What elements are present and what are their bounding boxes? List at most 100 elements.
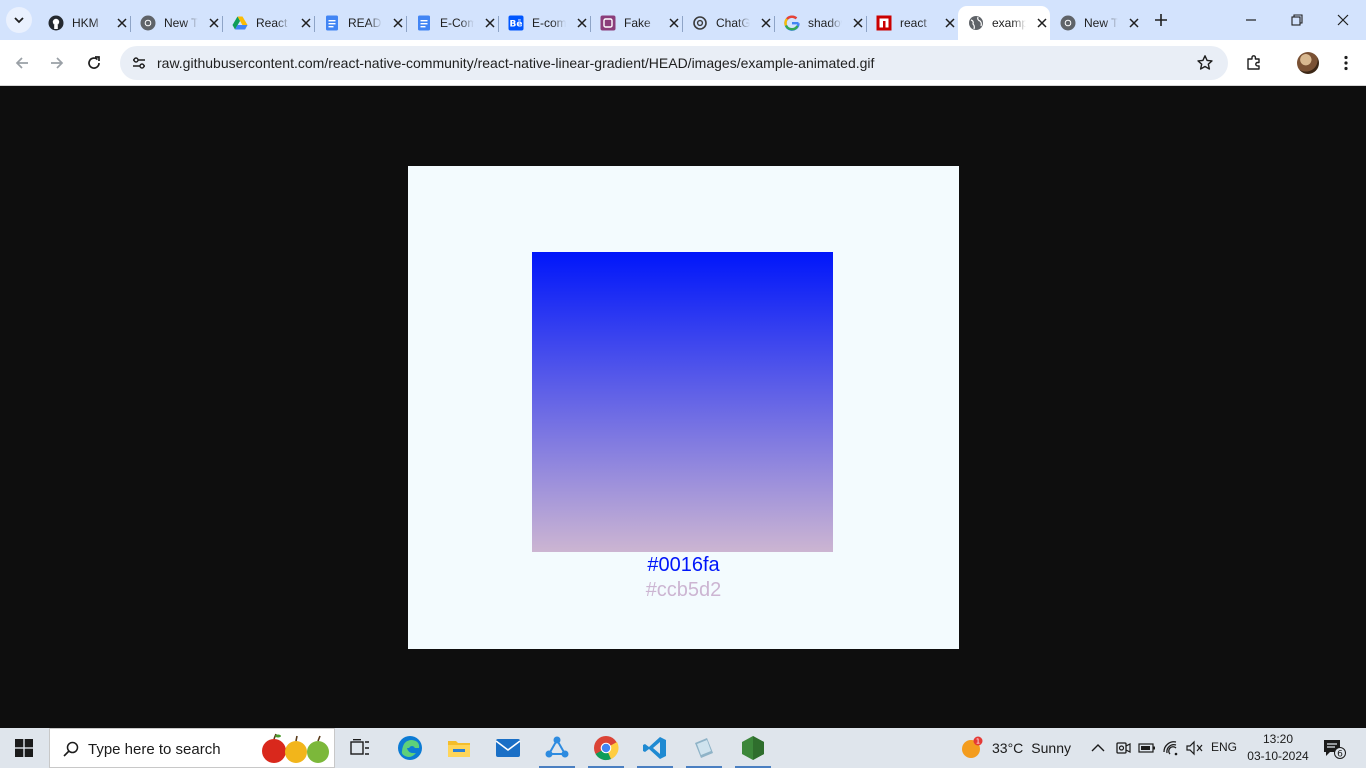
gradient-end-color-label: #ccb5d2: [645, 579, 722, 601]
more-vert-icon: [1344, 55, 1348, 71]
chevron-up-icon: [1091, 744, 1105, 752]
forward-button[interactable]: [43, 49, 71, 77]
task-view-button[interactable]: [336, 728, 384, 768]
tab-list: HKM New Tab React README: [38, 6, 1142, 40]
fruit-illustration-icon: [262, 733, 329, 763]
windows-taskbar: Type here to search 1 33°C Sunny ENG 13:…: [0, 728, 1366, 768]
tab-search-button[interactable]: [6, 7, 32, 33]
tab[interactable]: Fake: [590, 6, 682, 40]
globe-icon: [968, 15, 984, 31]
back-button[interactable]: [8, 49, 36, 77]
url-text[interactable]: raw.githubusercontent.com/react-native-c…: [157, 55, 874, 71]
close-icon[interactable]: [850, 15, 866, 31]
tray-volume[interactable]: [1185, 739, 1203, 757]
close-icon[interactable]: [114, 15, 130, 31]
google-docs-icon: [416, 15, 432, 31]
tune-icon: [133, 57, 145, 69]
clock[interactable]: 13:20 03-10-2024: [1246, 731, 1310, 765]
show-hidden-icons-button[interactable]: [1089, 739, 1107, 757]
taskbar-app-nodejs[interactable]: [729, 728, 777, 768]
weather-condition: Sunny: [1031, 740, 1071, 756]
close-icon[interactable]: [1034, 15, 1050, 31]
page-viewport: #0016fa #ccb5d2: [0, 87, 1366, 728]
taskbar-app-edge[interactable]: [386, 728, 434, 768]
tab[interactable]: HKM: [38, 6, 130, 40]
restore-button[interactable]: [1274, 0, 1320, 40]
taskbar-app-database[interactable]: [680, 728, 728, 768]
chrome-menu-button[interactable]: [1332, 49, 1360, 77]
tab-title: shadow: [808, 16, 842, 30]
weather-widget[interactable]: 1 33°C Sunny: [960, 728, 1071, 768]
reload-button[interactable]: [80, 49, 108, 77]
linear-gradient-square: [532, 252, 833, 552]
notification-count: 6: [1337, 750, 1343, 760]
close-window-button[interactable]: [1320, 0, 1366, 40]
taskbar-app-chrome[interactable]: [582, 728, 630, 768]
github-icon: [48, 15, 64, 31]
volume-muted-icon: [1186, 740, 1203, 756]
tab-title: New Tab: [1084, 16, 1118, 30]
close-icon[interactable]: [574, 15, 590, 31]
star-icon: [1197, 55, 1213, 70]
tab[interactable]: E-Commerce: [406, 6, 498, 40]
google-icon: [784, 15, 800, 31]
arrow-left-icon: [15, 57, 28, 69]
close-icon[interactable]: [942, 15, 958, 31]
weather-temperature: 33°C: [992, 740, 1024, 756]
chrome-icon: [594, 736, 619, 761]
tab[interactable]: ChatGPT: [682, 6, 774, 40]
taskbar-app-file-explorer[interactable]: [435, 728, 483, 768]
tab-active[interactable]: example-animated.gif: [958, 6, 1050, 40]
database-app-icon: [695, 738, 713, 758]
battery-icon: [1138, 743, 1155, 753]
profile-avatar[interactable]: [1297, 52, 1319, 74]
input-language[interactable]: ENG: [1211, 740, 1237, 754]
close-icon[interactable]: [1126, 15, 1142, 31]
new-tab-button[interactable]: [1150, 9, 1172, 31]
reload-icon: [88, 56, 100, 69]
npm-icon: [876, 15, 892, 31]
tab[interactable]: shadow: [774, 6, 866, 40]
close-icon[interactable]: [390, 15, 406, 31]
taskbar-app-network[interactable]: [533, 728, 581, 768]
taskbar-app-vscode[interactable]: [631, 728, 679, 768]
tray-meet-now[interactable]: [1114, 739, 1132, 757]
tab[interactable]: README: [314, 6, 406, 40]
bookmark-button[interactable]: [1194, 52, 1216, 74]
google-drive-icon: [232, 15, 248, 31]
taskbar-search-box[interactable]: Type here to search: [49, 728, 335, 768]
close-icon[interactable]: [206, 15, 222, 31]
close-icon[interactable]: [298, 15, 314, 31]
extensions-button[interactable]: [1240, 49, 1268, 77]
sun-icon: 1: [962, 736, 983, 758]
tab[interactable]: New Tab: [1050, 6, 1142, 40]
tray-network[interactable]: [1162, 739, 1180, 757]
notification-icon: 6: [1324, 740, 1346, 760]
tray-battery[interactable]: [1138, 739, 1156, 757]
puzzle-icon: [1247, 55, 1260, 70]
tab-title: New Tab: [164, 16, 198, 30]
tab-title: HKM: [72, 16, 99, 30]
start-button[interactable]: [0, 728, 48, 768]
action-center-button[interactable]: 6: [1322, 738, 1346, 760]
address-bar[interactable]: raw.githubusercontent.com/react-native-c…: [120, 46, 1228, 80]
tab[interactable]: react: [866, 6, 958, 40]
close-icon[interactable]: [666, 15, 682, 31]
behance-icon: Bē: [508, 15, 524, 31]
tab[interactable]: React: [222, 6, 314, 40]
tab[interactable]: New Tab: [130, 6, 222, 40]
tab-title: react: [900, 16, 927, 30]
tab-title: example-animated.gif: [992, 16, 1026, 30]
restore-icon: [1291, 14, 1303, 26]
close-icon: [1337, 14, 1349, 26]
tab-title: ChatGPT: [716, 16, 750, 30]
video-camera-icon: [1116, 742, 1131, 754]
close-icon[interactable]: [482, 15, 498, 31]
minimize-button[interactable]: [1228, 0, 1274, 40]
chrome-icon: [140, 15, 156, 31]
windows-logo-icon: [15, 739, 33, 757]
taskbar-app-mail[interactable]: [484, 728, 532, 768]
tab[interactable]: Bē E-commerce: [498, 6, 590, 40]
site-info-button[interactable]: [126, 50, 152, 76]
close-icon[interactable]: [758, 15, 774, 31]
